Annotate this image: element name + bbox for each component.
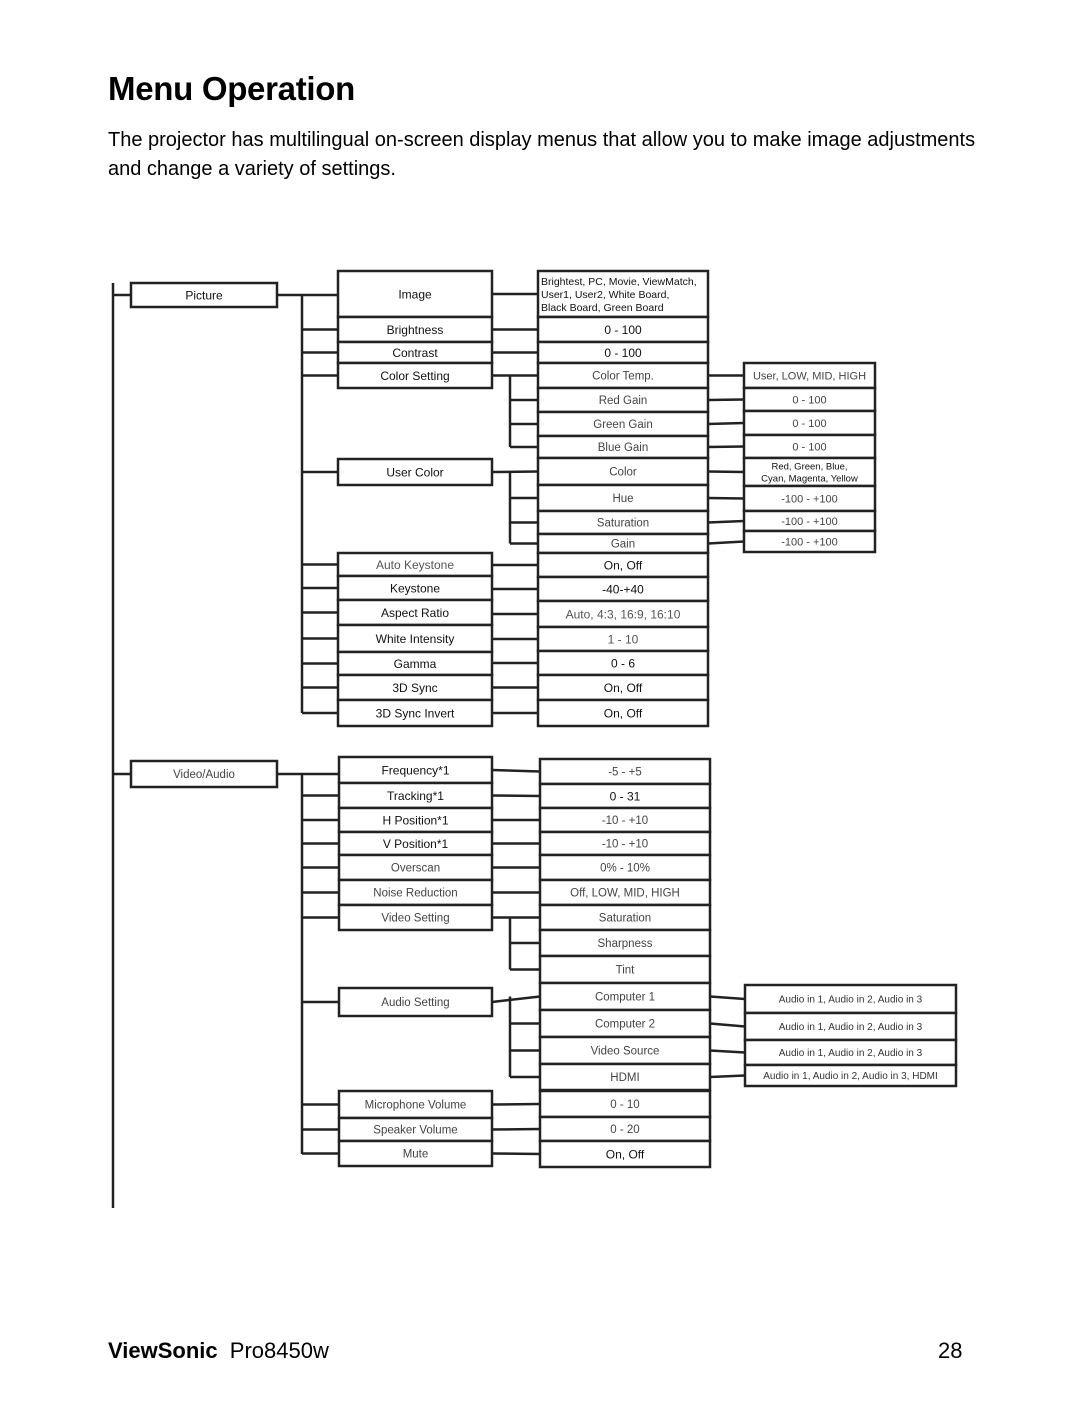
- submenu-item-saturation-label: Saturation: [597, 518, 649, 530]
- menu-video-audio-label: Video/Audio: [173, 769, 235, 781]
- submenu-item-color-label: Color: [609, 467, 637, 479]
- option-box-label: 0 - 100: [792, 418, 826, 430]
- option-connector: [707, 398, 745, 402]
- menu-item-3d-sync-label: 3D Sync: [392, 681, 437, 695]
- option-connector: [707, 540, 745, 545]
- menu-item-aspect-ratio-label: Aspect Ratio: [381, 606, 449, 620]
- option-box-label: -5 - +5: [608, 767, 642, 779]
- option-box-label: User, LOW, MID, HIGH: [753, 370, 866, 382]
- option-box-label: 0 - 100: [604, 323, 642, 337]
- option-box-label: Audio in 1, Audio in 2, Audio in 3: [779, 1022, 923, 1033]
- option-box-label: -100 - +100: [781, 536, 838, 548]
- option-box-label: On, Off: [604, 681, 643, 695]
- option-connector: [491, 1152, 541, 1156]
- option-box-label: -100 - +100: [781, 516, 838, 528]
- option-box-label: On, Off: [604, 706, 643, 720]
- option-connector: [707, 421, 745, 426]
- menu-item-speaker-volume-label: Speaker Volume: [373, 1125, 457, 1137]
- option-box-label: On, Off: [606, 1147, 645, 1161]
- option-box-label: 0 - 100: [792, 394, 826, 406]
- submenu-item-red-gain-label: Red Gain: [599, 395, 648, 407]
- submenu-item-color-temp--label: Color Temp.: [592, 371, 654, 383]
- option-connector: [491, 794, 541, 798]
- submenu-item-gain-label: Gain: [611, 539, 635, 551]
- menu-item-white-intensity-label: White Intensity: [376, 632, 455, 646]
- menu-item-tracking-1-label: Tracking*1: [387, 789, 444, 803]
- submenu-item-blue-gain-label: Blue Gain: [598, 442, 649, 454]
- option-box-label: Cyan, Magenta, Yellow: [761, 473, 858, 484]
- footer-brand: ViewSonic Pro8450w: [108, 1338, 329, 1364]
- menu-item-noise-reduction-label: Noise Reduction: [373, 888, 457, 900]
- option-connector: [491, 768, 541, 773]
- option-box-label: On, Off: [604, 558, 643, 572]
- option-box-label: 0 - 100: [604, 346, 642, 360]
- option-connector: [709, 1022, 746, 1028]
- option-connector: [709, 995, 746, 1001]
- menu-item-overscan-label: Overscan: [391, 863, 440, 875]
- option-box-label: Audio in 1, Audio in 2, Audio in 3, HDMI: [763, 1071, 938, 1082]
- option-box-label: 0 - 31: [610, 789, 641, 803]
- option-box-label: -40-+40: [602, 582, 644, 596]
- option-box-label: 0 - 6: [611, 656, 635, 670]
- submenu-item-sharpness-label: Sharpness: [598, 938, 653, 950]
- menu-item-audio-setting-label: Audio Setting: [381, 997, 449, 1009]
- menu-tree-diagram: Picture Image Brightest, PC, Movie, ViewMa…: [111, 269, 958, 1208]
- submenu-item-hdmi-label: HDMI: [610, 1072, 639, 1084]
- option-box-label: -10 - +10: [602, 839, 648, 851]
- option-connector: [491, 1127, 541, 1131]
- menu-item-keystone-label: Keystone: [390, 581, 440, 595]
- menu-item-h-position-1-label: H Position*1: [382, 813, 448, 827]
- option-box-label: 0% - 10%: [600, 863, 650, 875]
- option-box-label: 0 - 100: [792, 441, 826, 453]
- option-box-label: -10 - +10: [602, 815, 648, 827]
- submenu-item-computer-2-label: Computer 2: [595, 1019, 655, 1031]
- menu-item-v-position-1-label: V Position*1: [383, 837, 449, 851]
- option-connector: [709, 1049, 746, 1054]
- option-connector: [707, 496, 745, 500]
- option-box-label: 0 - 20: [610, 1124, 639, 1136]
- option-box-label: Off, LOW, MID, HIGH: [570, 888, 680, 900]
- submenu-connector: [491, 995, 541, 1004]
- option-box-label: Audio in 1, Audio in 2, Audio in 3: [779, 1048, 923, 1059]
- option-box-label: 0 - 10: [610, 1099, 639, 1111]
- menu-item-brightness-label: Brightness: [387, 323, 444, 337]
- submenu-item-tint-label: Tint: [616, 965, 636, 977]
- page-number: 28: [938, 1338, 963, 1363]
- menu-item-microphone-volume-label: Microphone Volume: [365, 1100, 467, 1112]
- menu-item-image-label: Image: [398, 287, 432, 301]
- menu-item-contrast-label: Contrast: [392, 346, 438, 360]
- menu-item-mute-label: Mute: [403, 1149, 429, 1161]
- submenu-item-saturation-label: Saturation: [599, 913, 651, 925]
- option-connector: [709, 1074, 746, 1079]
- model-name: Pro8450w: [229, 1338, 329, 1363]
- menu-item-video-setting-label: Video Setting: [381, 913, 449, 925]
- submenu-item-hue-label: Hue: [612, 493, 633, 505]
- menu-item-color-setting-label: Color Setting: [380, 369, 449, 383]
- menu-item-frequency-1-label: Frequency*1: [381, 763, 449, 777]
- option-connector: [491, 1102, 541, 1106]
- option-connector: [707, 445, 745, 449]
- option-connector: [707, 519, 745, 524]
- menu-item-3d-sync-invert-label: 3D Sync Invert: [376, 706, 455, 720]
- submenu-item-computer-1-label: Computer 1: [595, 992, 655, 1004]
- option-box-label: Brightest, PC, Movie, ViewMatch,: [541, 276, 697, 288]
- submenu-connector: [491, 470, 539, 474]
- option-box-label: -100 - +100: [781, 493, 838, 505]
- brand-name: ViewSonic: [108, 1338, 218, 1363]
- option-box-label: 1 - 10: [608, 632, 639, 646]
- option-connector: [707, 470, 745, 474]
- submenu-item-video-source-label: Video Source: [591, 1046, 660, 1058]
- option-box-label: Audio in 1, Audio in 2, Audio in 3: [779, 995, 923, 1006]
- menu-picture-label: Picture: [185, 288, 223, 302]
- option-box-label: User1, User2, White Board,: [541, 289, 669, 301]
- submenu-item-green-gain-label: Green Gain: [593, 419, 652, 431]
- menu-item-gamma-label: Gamma: [394, 657, 437, 671]
- menu-item-user-color-label: User Color: [386, 465, 443, 479]
- option-box-label: Red, Green, Blue,: [771, 461, 847, 472]
- menu-item-auto-keystone-label: Auto Keystone: [376, 558, 454, 572]
- option-box-label: Black Board, Green Board: [541, 302, 664, 314]
- option-box-label: Auto, 4:3, 16:9, 16:10: [566, 607, 681, 621]
